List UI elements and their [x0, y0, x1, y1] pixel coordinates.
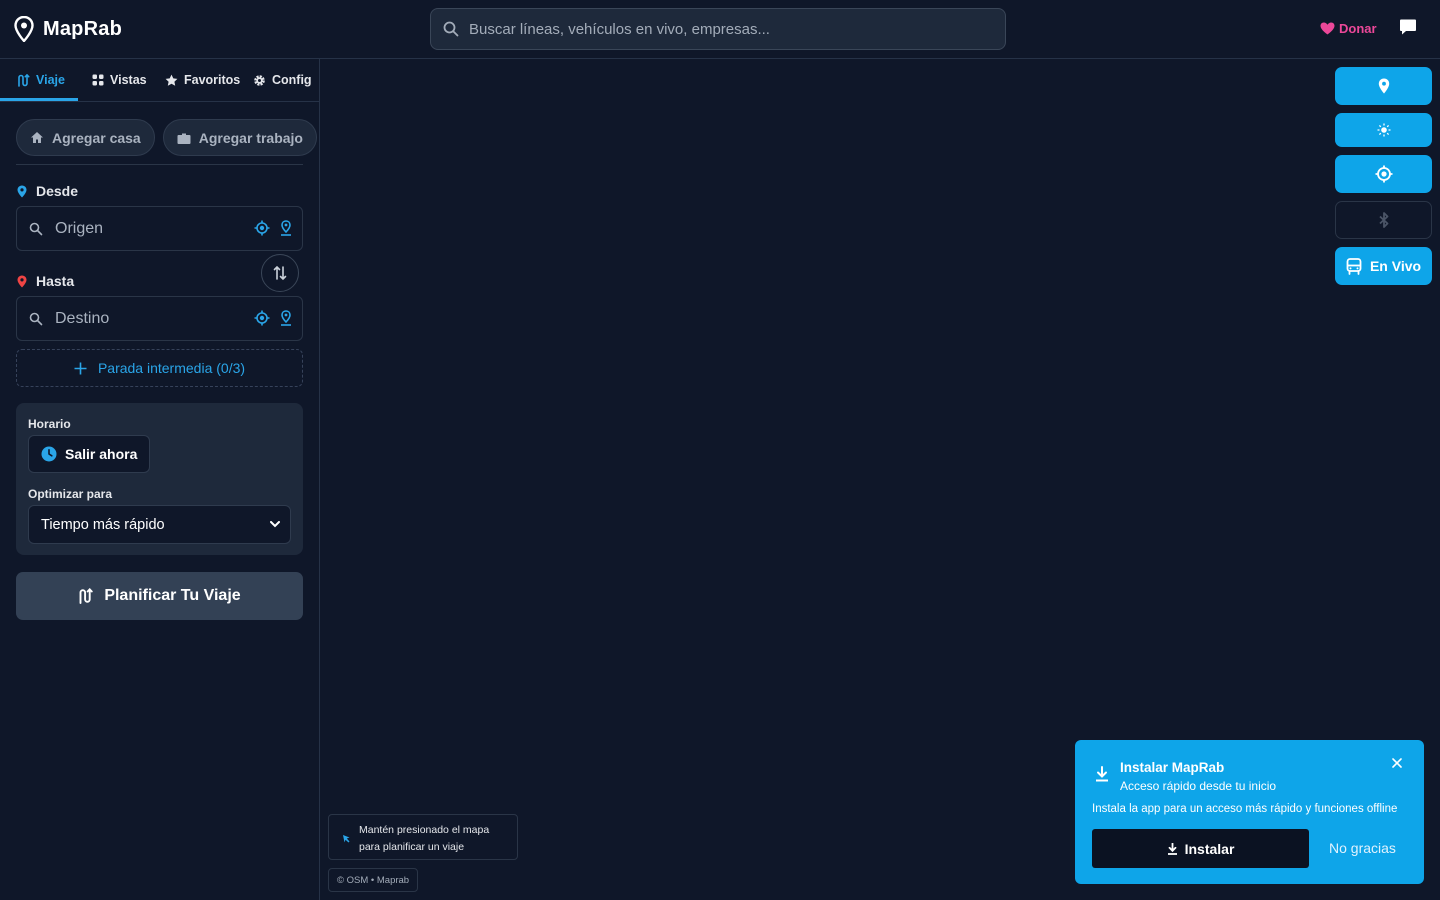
install-button[interactable]: Instalar	[1092, 829, 1309, 868]
global-search-input[interactable]	[469, 20, 989, 38]
add-waypoint-label: Parada intermedia (0/3)	[97, 360, 246, 376]
to-label-row: Hasta	[17, 273, 74, 289]
add-waypoint-button[interactable]: Parada intermedia (0/3)	[16, 349, 303, 387]
swap-arrows-icon	[273, 265, 287, 281]
from-label-row: Desde	[17, 183, 78, 199]
destination-actions	[254, 310, 292, 326]
close-icon[interactable]	[1392, 758, 1402, 768]
from-label: Desde	[36, 183, 79, 199]
map-hint-line2: para planificar un viaje	[359, 841, 465, 853]
tab-vistas[interactable]: Vistas	[92, 59, 147, 101]
quick-places: Agregar casa Agregar trabajo	[16, 119, 317, 156]
destination-input[interactable]	[55, 309, 225, 328]
add-work-button[interactable]: Agregar trabajo	[162, 119, 317, 156]
route-icon	[79, 588, 94, 604]
donate-link[interactable]: Donar	[1320, 21, 1377, 36]
map-hint-line1: Mantén presionado el mapa	[359, 824, 490, 836]
chat-bubble-icon	[1400, 19, 1416, 35]
destination-pin-icon	[17, 275, 27, 287]
plus-icon	[74, 362, 87, 374]
home-icon	[31, 132, 43, 143]
sidebar-tabs: Viaje Vistas Favoritos Config	[0, 59, 319, 102]
tab-config[interactable]: Config	[253, 59, 312, 101]
map-hint: Mantén presionado el mapa para planifica…	[328, 814, 518, 860]
cursor-icon	[343, 835, 350, 843]
logo[interactable]: MapRab	[14, 16, 122, 42]
my-location-icon[interactable]	[254, 220, 270, 236]
active-tab-indicator	[0, 98, 78, 101]
origin-actions	[254, 220, 292, 236]
bus-icon	[1346, 257, 1362, 275]
live-vehicles-button[interactable]: En Vivo	[1335, 247, 1432, 285]
locate-me-button[interactable]	[1335, 155, 1432, 193]
search-icon	[29, 312, 43, 325]
route-icon	[18, 73, 30, 87]
install-toast-description: Instala la app para un acceso más rápido…	[1092, 803, 1398, 815]
chevron-down-icon	[270, 521, 280, 528]
clock-icon	[41, 446, 57, 462]
crosshair-icon	[1375, 165, 1392, 183]
optimize-label: Optimizar para	[28, 487, 113, 501]
briefcase-icon	[177, 133, 191, 144]
logo-text: MapRab	[43, 17, 122, 40]
bluetooth-icon	[1378, 212, 1388, 228]
tab-viaje-label: Viaje	[36, 73, 65, 87]
tab-viaje[interactable]: Viaje	[17, 59, 65, 101]
to-label: Hasta	[36, 273, 75, 289]
star-icon	[165, 74, 178, 86]
search-icon	[443, 21, 459, 37]
add-home-label: Agregar casa	[52, 129, 141, 146]
install-app-toast: Instalar MapRab Acceso rápido desde tu i…	[1075, 740, 1424, 884]
install-toast-title: Instalar MapRab	[1120, 760, 1225, 775]
map-pin-button[interactable]	[1335, 67, 1432, 105]
live-vehicles-label: En Vivo	[1369, 258, 1422, 274]
map-pin-icon	[1378, 78, 1389, 94]
swap-locations-button[interactable]	[261, 254, 299, 292]
tab-favoritos-label: Favoritos	[184, 73, 241, 87]
trip-options-card: Horario Salir ahora Optimizar para Tiemp…	[16, 403, 303, 555]
pick-on-map-icon[interactable]	[280, 310, 292, 326]
feedback-button[interactable]	[1399, 18, 1417, 41]
add-work-label: Agregar trabajo	[198, 129, 303, 146]
dismiss-install-button[interactable]: No gracias	[1329, 840, 1396, 856]
depart-now-button[interactable]: Salir ahora	[28, 435, 151, 473]
schedule-label: Horario	[28, 417, 71, 431]
heart-icon	[1320, 22, 1335, 35]
download-icon	[1096, 766, 1108, 782]
depart-now-label: Salir ahora	[65, 446, 138, 462]
add-home-button[interactable]: Agregar casa	[16, 119, 155, 156]
donate-label: Donar	[1339, 21, 1377, 36]
map-pin-logo-icon	[14, 16, 34, 42]
install-button-label: Instalar	[1184, 840, 1235, 857]
plan-trip-button[interactable]: Planificar Tu Viaje	[16, 572, 303, 620]
gear-icon	[254, 74, 265, 86]
plan-trip-label: Planificar Tu Viaje	[104, 587, 241, 604]
top-header: MapRab Donar	[0, 0, 1440, 59]
sun-icon	[1377, 123, 1390, 137]
my-location-icon[interactable]	[254, 310, 270, 326]
optimize-selected-value: Tiempo más rápido	[41, 516, 165, 533]
origin-input[interactable]	[55, 219, 225, 238]
grid-icon	[92, 74, 104, 86]
download-icon	[1167, 842, 1177, 855]
tab-favoritos[interactable]: Favoritos	[165, 59, 240, 101]
bluetooth-button[interactable]	[1335, 201, 1432, 239]
tab-config-label: Config	[272, 73, 312, 87]
destination-field[interactable]	[16, 296, 303, 341]
map-attribution[interactable]: © OSM • Maprab	[328, 868, 419, 892]
global-search[interactable]	[430, 8, 1006, 50]
optimize-select[interactable]: Tiempo más rápido	[28, 505, 291, 544]
pick-on-map-icon[interactable]	[280, 220, 292, 236]
search-icon	[29, 222, 43, 235]
sidebar: Viaje Vistas Favoritos Config Agregar ca…	[0, 59, 320, 900]
tab-vistas-label: Vistas	[110, 73, 147, 87]
divider	[16, 164, 303, 165]
origin-field[interactable]	[16, 206, 303, 251]
theme-toggle-button[interactable]	[1335, 113, 1432, 147]
install-toast-subtitle: Acceso rápido desde tu inicio	[1120, 779, 1277, 793]
origin-pin-icon	[17, 185, 27, 197]
